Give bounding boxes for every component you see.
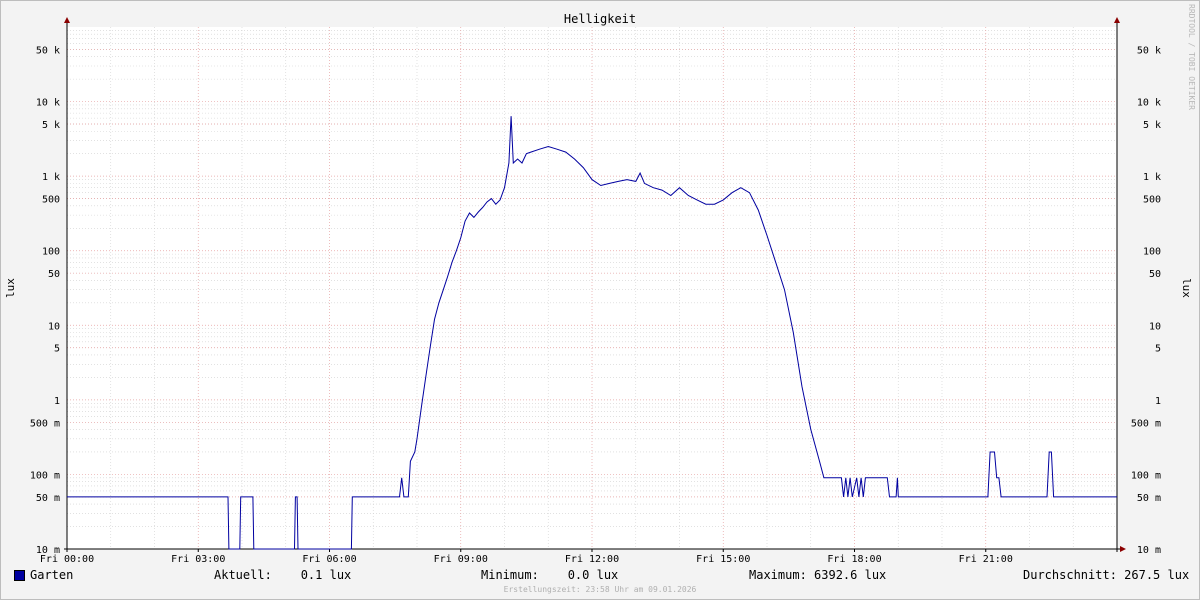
watermark: RRDTOOL / TOBI OETIKER (1187, 4, 1196, 110)
y-tick-label: 50 (48, 269, 60, 280)
legend-series-name: Garten (30, 568, 74, 582)
chart-title: Helligkeit (564, 12, 636, 26)
y-tick-label: 10 k (1137, 98, 1161, 109)
y-tick-label: 500 (1143, 195, 1161, 206)
chart-canvas: 10 m 50 m 100 m 500 m 1 5 10 50 100 500 1 k 5 k 10 k… (4, 12, 1193, 565)
legend-swatch (14, 570, 25, 581)
y-tick-label: 5 (1155, 344, 1161, 355)
y-tick-label: 1 k (1143, 172, 1161, 183)
y-tick-label: 5 k (42, 120, 60, 131)
y-tick-label: 1 k (42, 172, 60, 183)
y-tick-label: 10 (1149, 321, 1161, 332)
y-tick-label: 500 m (30, 418, 60, 429)
x-tick-label: Fri 21:00 (959, 554, 1013, 565)
y-tick-label: 500 m (1131, 418, 1161, 429)
y-tick-label: 1 (54, 396, 60, 407)
legend-maximum: Maximum: 6392.6 lux (749, 568, 887, 582)
y-tick-label: 100 (1143, 247, 1161, 258)
x-tick-label: Fri 09:00 (434, 554, 488, 565)
y-tick-label: 100 (42, 247, 60, 258)
y-tick-label: 500 (42, 195, 60, 206)
y-tick-label: 5 k (1143, 120, 1161, 131)
y-tick-label: 50 k (1137, 45, 1161, 56)
legend-current: Aktuell: 0.1 lux (214, 568, 352, 582)
x-tick-label: Fri 06:00 (302, 554, 356, 565)
x-tick-label: Fri 12:00 (565, 554, 619, 565)
y-axis-label-left: lux (4, 278, 17, 298)
y-axis-arrow-left (64, 17, 70, 23)
x-axis-arrow (1120, 546, 1126, 552)
y-tick-label: 10 (48, 321, 60, 332)
legend-minimum: Minimum: 0.0 lux (481, 568, 619, 582)
y-axis-arrow-right (1114, 17, 1120, 23)
y-tick-labels-left: 10 m50 m100 m500 m1510501005001 k5 k10 k… (30, 45, 60, 556)
x-tick-label: Fri 18:00 (827, 554, 881, 565)
y-tick-label: 100 m (1131, 470, 1161, 481)
y-tick-label: 10 k (36, 98, 60, 109)
legend-average: Durchschnitt: 267.5 lux (1023, 568, 1190, 582)
x-tick-label: Fri 03:00 (171, 554, 225, 565)
y-tick-label: 50 k (36, 45, 60, 56)
y-tick-label: 1 (1155, 396, 1161, 407)
y-tick-label: 50 (1149, 269, 1161, 280)
y-tick-label: 50 m (1137, 493, 1161, 504)
y-tick-labels-right: 10 m 50 m 100 m 500 m 1 5 10 50 100 500 1 k 5 k 10 k… (1131, 45, 1161, 556)
x-tick-labels: Fri 00:00 Fri 03:00 Fri 06:00 Fri 09:00 Fri … (40, 554, 1013, 565)
x-tick-label: Fri 15:00 (696, 554, 750, 565)
y-tick-label: 50 m (36, 493, 60, 504)
y-tick-label: 100 m (30, 470, 60, 481)
footer-timestamp: Erstellungszeit: 23:58 Uhr am 09.01.2026 (503, 585, 697, 594)
y-tick-label: 10 m (1137, 545, 1161, 556)
y-tick-label: 5 (54, 344, 60, 355)
x-tick-label: Fri 00:00 (40, 554, 94, 565)
y-axis-label-right: lux (1180, 278, 1193, 298)
